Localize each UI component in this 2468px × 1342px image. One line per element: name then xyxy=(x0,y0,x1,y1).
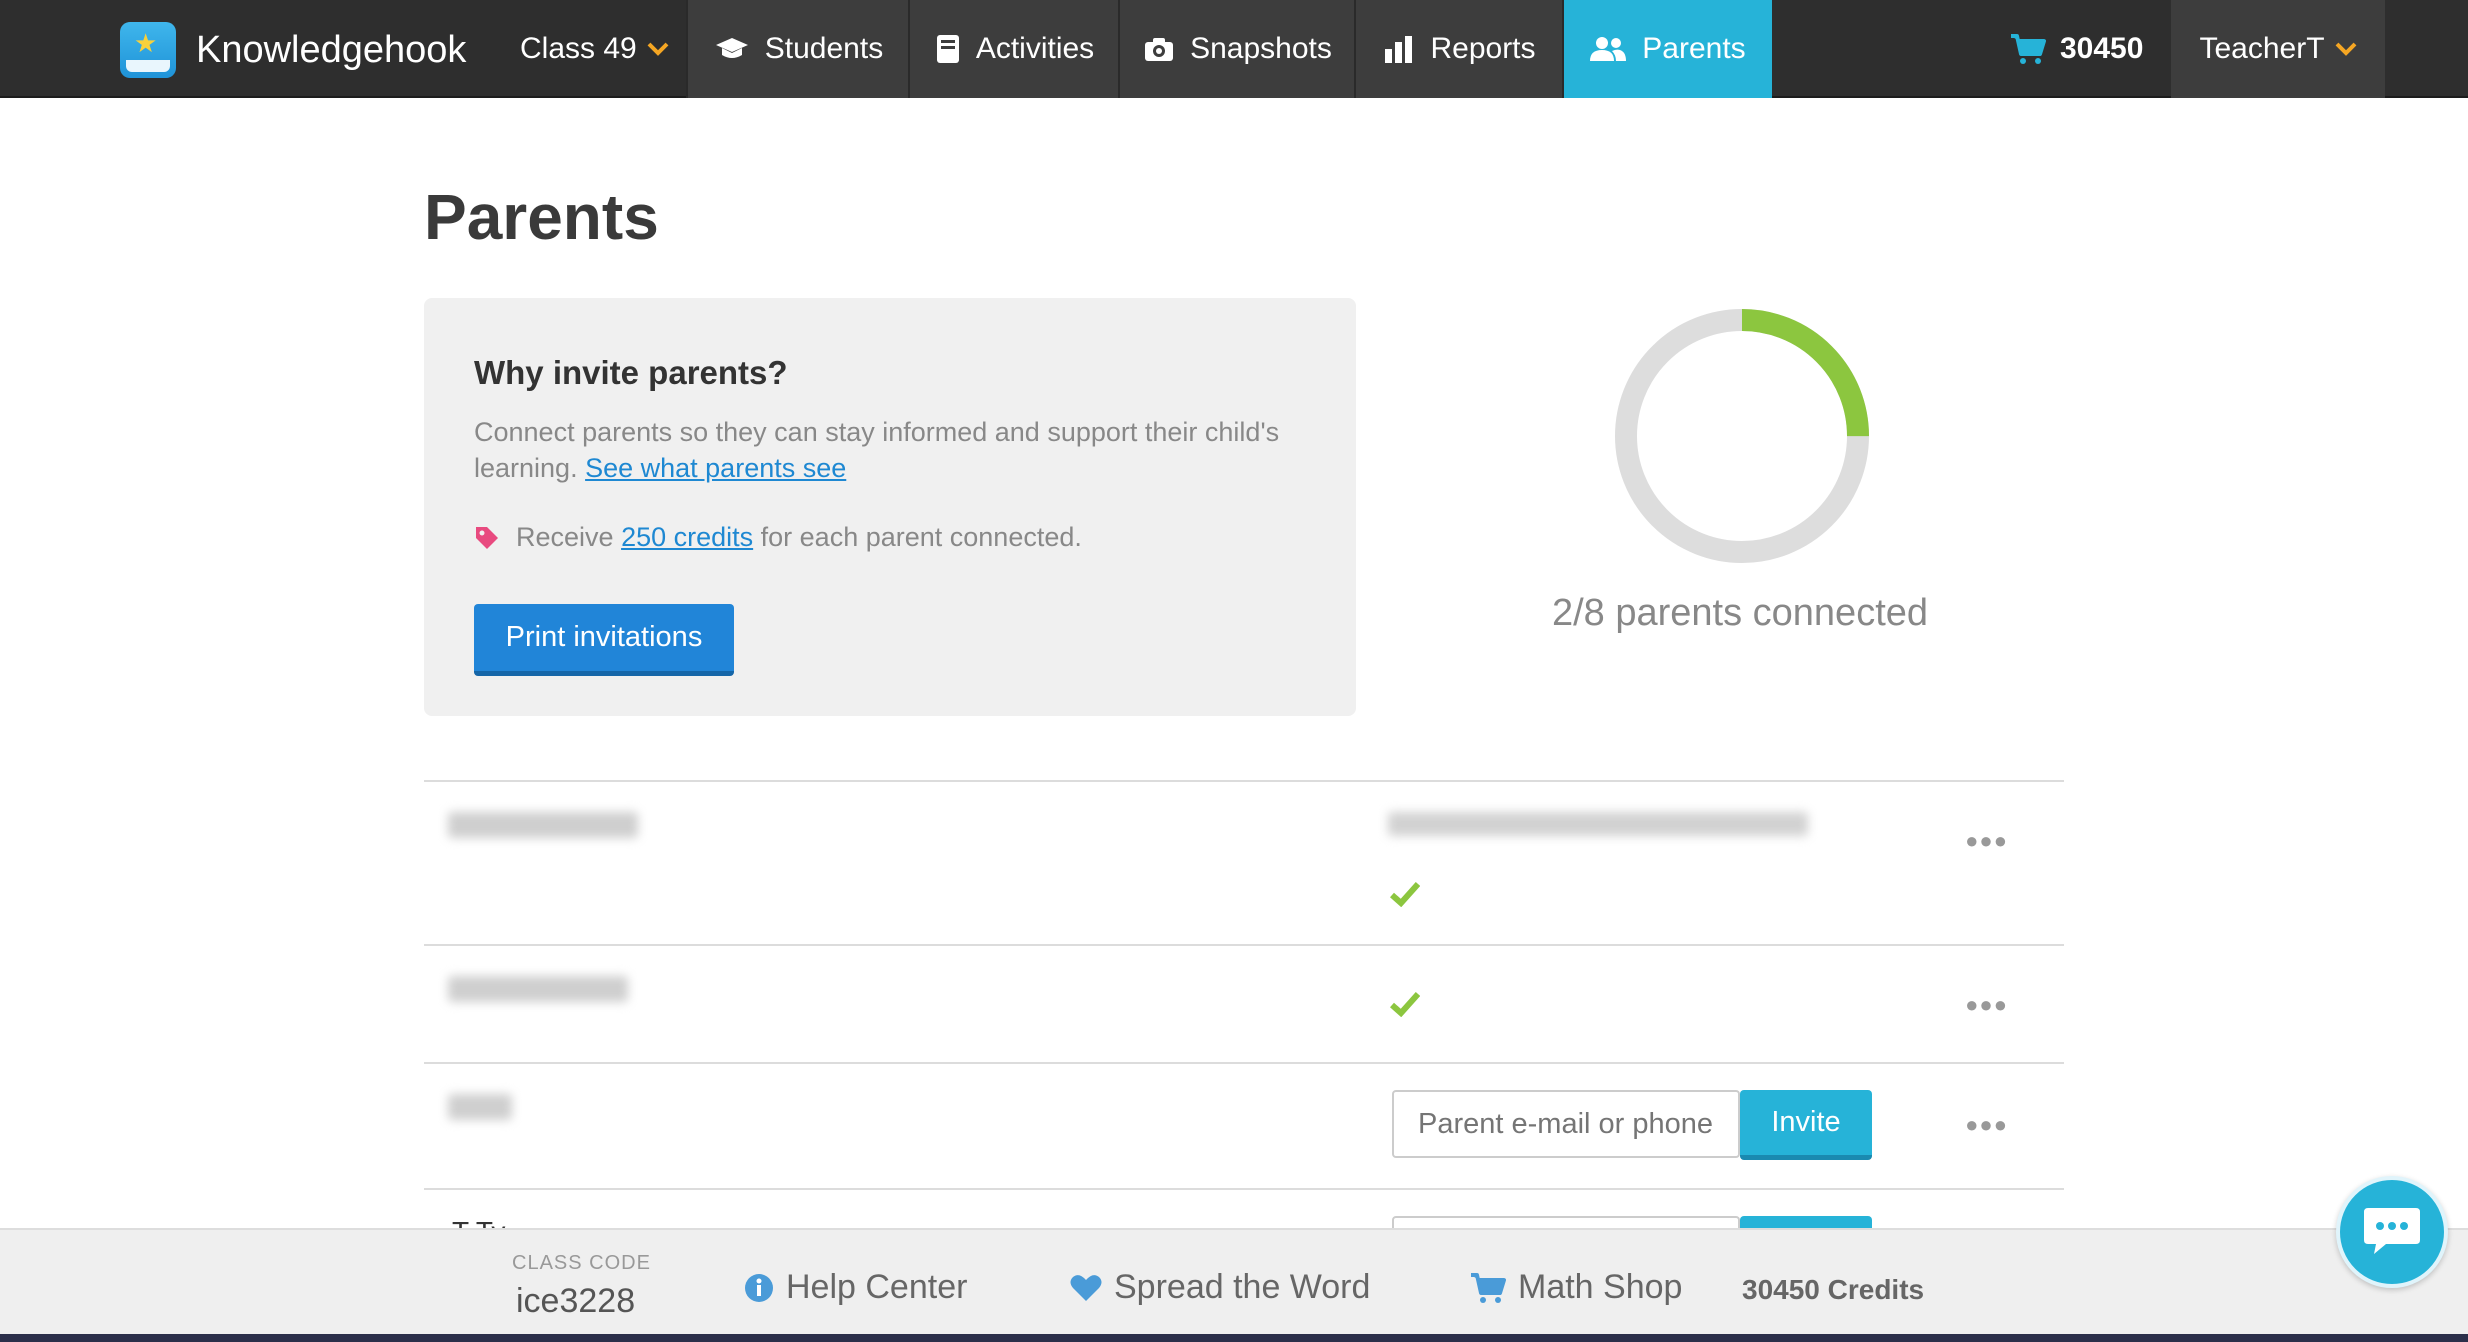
parents-table: ●●● ●●● Invite ●●● T Ty Invite xyxy=(424,780,2064,1288)
chat-support-button[interactable] xyxy=(2336,1176,2448,1288)
invite-info-card: Why invite parents? Connect parents so t… xyxy=(424,298,1356,716)
price-tag-icon xyxy=(474,525,500,551)
nav-parents[interactable]: Parents xyxy=(1562,0,1772,98)
nav-students[interactable]: Students xyxy=(686,0,910,98)
info-icon xyxy=(744,1273,774,1303)
table-row: ●●● xyxy=(424,780,2064,944)
parents-connected-label: 2/8 parents connected xyxy=(1551,592,1929,634)
chevron-down-icon xyxy=(2335,36,2357,62)
footer-bar: CLASS CODE ice3228 Help Center Spread th… xyxy=(0,1228,2468,1342)
nav-reports[interactable]: Reports xyxy=(1354,0,1564,98)
info-card-title: Why invite parents? xyxy=(474,354,788,391)
info-card-description: Connect parents so they can stay informe… xyxy=(474,414,1314,486)
knowledgehook-logo-icon: ★ xyxy=(120,22,176,78)
user-name: TeacherT xyxy=(2199,32,2325,65)
brand[interactable]: ★ Knowledgehook xyxy=(120,22,466,78)
nav-snapshots[interactable]: Snapshots xyxy=(1118,0,1356,98)
credit-reward-line: Receive 250 credits for each parent conn… xyxy=(474,522,1082,553)
credits-link[interactable]: 250 credits xyxy=(621,522,753,553)
chat-icon xyxy=(2362,1204,2422,1261)
student-name-redacted xyxy=(448,1094,512,1120)
checkmark-icon xyxy=(1390,874,1421,916)
heart-icon xyxy=(1070,1274,1102,1302)
parent-contact-input[interactable] xyxy=(1392,1090,1740,1158)
bar-chart-icon xyxy=(1384,35,1414,63)
more-options-icon[interactable]: ●●● xyxy=(1965,828,2008,854)
print-invitations-button[interactable]: Print invitations xyxy=(474,604,734,676)
spread-the-word-label: Spread the Word xyxy=(1114,1268,1371,1306)
table-row: ●●● xyxy=(424,944,2064,1062)
camera-icon xyxy=(1144,36,1174,62)
user-menu[interactable]: TeacherT xyxy=(2171,0,2385,98)
class-selector[interactable]: Class 49 xyxy=(520,0,669,98)
nav-snapshots-label: Snapshots xyxy=(1190,32,1332,65)
student-name-redacted xyxy=(448,812,638,838)
table-row: Invite ●●● xyxy=(424,1062,2064,1188)
page-title: Parents xyxy=(424,181,659,253)
nav-activities[interactable]: Activities xyxy=(908,0,1120,98)
parent-contact-redacted xyxy=(1388,812,1808,836)
footer-divider xyxy=(0,1334,2468,1342)
nav-reports-label: Reports xyxy=(1430,32,1536,65)
more-options-icon[interactable]: ●●● xyxy=(1965,992,2008,1018)
nav-students-label: Students xyxy=(764,32,884,65)
brand-name: Knowledgehook xyxy=(196,28,467,71)
book-icon xyxy=(936,34,960,64)
users-icon xyxy=(1590,36,1627,62)
help-center-link[interactable]: Help Center xyxy=(744,1268,967,1307)
class-code-label: CLASS CODE xyxy=(512,1252,651,1274)
cart-button[interactable]: 30450 xyxy=(2010,0,2143,98)
math-shop-link[interactable]: Math Shop xyxy=(1470,1268,1682,1307)
class-selector-label: Class 49 xyxy=(520,32,637,65)
student-name-redacted xyxy=(448,976,628,1002)
nav-parents-label: Parents xyxy=(1642,32,1746,65)
top-navigation-bar: ★ Knowledgehook Class 49 Students Activi… xyxy=(0,0,2468,98)
shopping-cart-icon xyxy=(2010,33,2046,65)
shopping-cart-icon xyxy=(1470,1272,1506,1304)
see-what-parents-see-link[interactable]: See what parents see xyxy=(585,453,846,483)
math-shop-label: Math Shop xyxy=(1518,1268,1683,1306)
more-options-icon[interactable]: ●●● xyxy=(1965,1112,2008,1138)
graduation-cap-icon xyxy=(715,36,749,62)
nav-activities-label: Activities xyxy=(975,32,1095,65)
class-code-value: ice3228 xyxy=(516,1282,636,1320)
help-center-label: Help Center xyxy=(786,1268,968,1306)
credits-balance: 30450 Credits xyxy=(1742,1274,1925,1305)
parents-connected-donut xyxy=(1612,306,1872,566)
credit-suffix: for each parent connected. xyxy=(760,522,1082,552)
spread-the-word-link[interactable]: Spread the Word xyxy=(1070,1268,1370,1307)
chevron-down-icon xyxy=(647,36,669,62)
checkmark-icon xyxy=(1390,984,1421,1026)
cart-count: 30450 xyxy=(2060,32,2144,65)
invite-button[interactable]: Invite xyxy=(1740,1090,1872,1160)
credit-prefix: Receive xyxy=(516,522,614,552)
